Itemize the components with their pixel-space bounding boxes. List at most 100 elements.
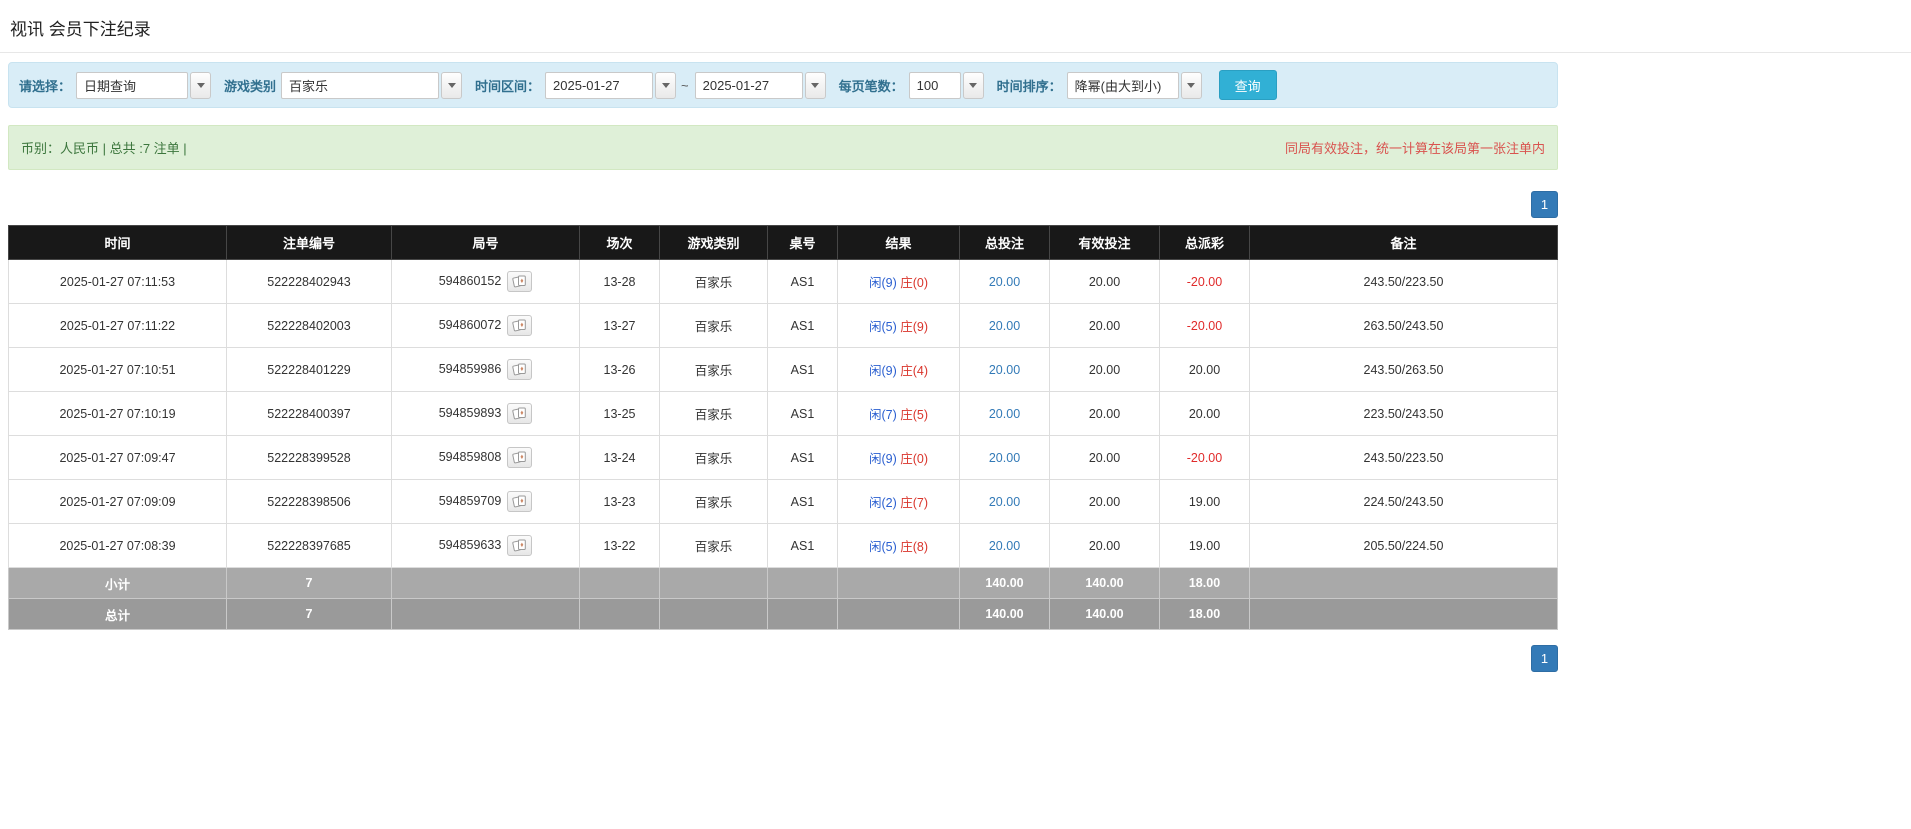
- round-number: 594860152: [438, 273, 502, 288]
- total-bet-link[interactable]: 20.00: [989, 275, 1020, 289]
- query-type-dropdown-button[interactable]: [190, 71, 212, 99]
- cell-result: 闲(7) 庄(5): [837, 391, 960, 436]
- pagination-bottom: 1: [8, 645, 1558, 672]
- cell-time: 2025-01-27 07:10:19: [8, 391, 227, 436]
- cell-valid-bet: 20.00: [1049, 303, 1160, 348]
- cell-total-bet: 20.00: [959, 303, 1050, 348]
- total-bet-link[interactable]: 20.00: [989, 451, 1020, 465]
- round-number: 594859986: [438, 361, 502, 376]
- cards-icon: [512, 539, 527, 552]
- column-header-remark: 备注: [1249, 225, 1558, 260]
- game-type-dropdown-button[interactable]: [441, 71, 463, 99]
- bet-record-row: 2025-01-27 07:10:19 522228400397 594859893…: [8, 391, 1558, 436]
- subtotal-empty-cell: [837, 567, 960, 599]
- cell-result: 闲(5) 庄(8): [837, 523, 960, 568]
- total-valid-bet: 140.00: [1049, 598, 1160, 630]
- view-round-cards-button[interactable]: [507, 359, 533, 380]
- game-type-group: 游戏类别: [224, 71, 463, 99]
- query-type-input[interactable]: [76, 71, 189, 99]
- total-bet-link[interactable]: 20.00: [989, 363, 1020, 377]
- total-bet-link[interactable]: 20.00: [989, 539, 1020, 553]
- cards-icon: [512, 407, 527, 420]
- cell-game-type: 百家乐: [659, 391, 768, 436]
- result-banker: 庄(8): [900, 540, 929, 554]
- total-bet-link[interactable]: 20.00: [989, 495, 1020, 509]
- date-from-dropdown-button[interactable]: [655, 71, 677, 99]
- date-from-input[interactable]: [545, 71, 654, 99]
- total-bet-link[interactable]: 20.00: [989, 407, 1020, 421]
- view-round-cards-button[interactable]: [507, 447, 533, 468]
- game-type-input[interactable]: [281, 71, 440, 99]
- column-header-valid-bet: 有效投注: [1049, 225, 1160, 260]
- date-range-group: 时间区间： ~: [475, 71, 826, 99]
- bet-record-row: 2025-01-27 07:11:53 522228402943 594860152…: [8, 259, 1558, 304]
- per-page-input[interactable]: [908, 71, 961, 99]
- column-header-table-no: 桌号: [767, 225, 838, 260]
- subtotal-valid-bet: 140.00: [1049, 567, 1160, 599]
- round-number: 594859808: [438, 449, 502, 464]
- cell-payout: 20.00: [1159, 347, 1250, 392]
- cell-time: 2025-01-27 07:09:47: [8, 435, 227, 480]
- bet-record-row: 2025-01-27 07:09:47 522228399528 594859808…: [8, 435, 1558, 480]
- page-1-button[interactable]: 1: [1531, 645, 1558, 672]
- cell-payout: -20.00: [1159, 259, 1250, 304]
- cell-session: 13-26: [579, 347, 660, 392]
- date-range-separator: ~: [681, 77, 689, 93]
- caret-down-icon: [1187, 82, 1196, 88]
- bet-records-table: 时间 注单编号 局号 场次 游戏类别 桌号 结果 总投注 有效投注 总派彩 备注 2025-01-2…: [8, 225, 1558, 630]
- sort-input[interactable]: [1066, 71, 1179, 99]
- date-to-input[interactable]: [694, 71, 803, 99]
- per-page-group: 每页笔数：: [838, 71, 984, 99]
- cards-icon: [512, 495, 527, 508]
- cell-total-bet: 20.00: [959, 259, 1050, 304]
- result-banker: 庄(4): [900, 364, 929, 378]
- date-to-dropdown-button[interactable]: [804, 71, 826, 99]
- cell-total-bet: 20.00: [959, 391, 1050, 436]
- view-round-cards-button[interactable]: [507, 403, 533, 424]
- cell-session: 13-28: [579, 259, 660, 304]
- cell-round-id: 594859709: [391, 479, 580, 524]
- info-bar: 币别：人民币 | 总共 :7 注单 | 同局有效投注，统一计算在该局第一张注单内: [8, 125, 1558, 170]
- cards-icon: [512, 451, 527, 464]
- page-1-button[interactable]: 1: [1531, 191, 1558, 218]
- bet-record-row: 2025-01-27 07:08:39 522228397685 594859633…: [8, 523, 1558, 568]
- per-page-label: 每页笔数：: [838, 78, 904, 94]
- column-header-bet-id: 注单编号: [226, 225, 392, 260]
- cell-time: 2025-01-27 07:11:22: [8, 303, 227, 348]
- cell-payout: 19.00: [1159, 523, 1250, 568]
- sort-dropdown-button[interactable]: [1180, 71, 1202, 99]
- cell-table-no: AS1: [767, 435, 838, 480]
- cell-bet-id: 522228397685: [226, 523, 392, 568]
- cell-total-bet: 20.00: [959, 347, 1050, 392]
- view-round-cards-button[interactable]: [507, 535, 533, 556]
- result-banker: 庄(0): [900, 276, 929, 290]
- total-payout: 18.00: [1159, 598, 1250, 630]
- cell-remark: 243.50/223.50: [1249, 435, 1558, 480]
- view-round-cards-button[interactable]: [507, 491, 533, 512]
- search-button[interactable]: 查询: [1218, 70, 1277, 100]
- round-number: 594860072: [438, 317, 502, 332]
- cell-remark: 243.50/223.50: [1249, 259, 1558, 304]
- total-bet-link[interactable]: 20.00: [989, 319, 1020, 333]
- date-to-combo: [694, 71, 826, 99]
- cell-session: 13-22: [579, 523, 660, 568]
- cell-game-type: 百家乐: [659, 303, 768, 348]
- cell-remark: 224.50/243.50: [1249, 479, 1558, 524]
- caret-down-icon: [447, 82, 456, 88]
- cell-result: 闲(9) 庄(0): [837, 435, 960, 480]
- cell-bet-id: 522228401229: [226, 347, 392, 392]
- result-player: 闲(9): [868, 452, 897, 466]
- view-round-cards-button[interactable]: [507, 271, 533, 292]
- caret-down-icon: [661, 82, 670, 88]
- subtotal-payout: 18.00: [1159, 567, 1250, 599]
- cell-round-id: 594859893: [391, 391, 580, 436]
- view-round-cards-button[interactable]: [507, 315, 533, 336]
- subtotal-empty-cell: [659, 567, 768, 599]
- subtotal-total-bet: 140.00: [959, 567, 1050, 599]
- cell-total-bet: 20.00: [959, 435, 1050, 480]
- round-number: 594859893: [438, 405, 502, 420]
- per-page-dropdown-button[interactable]: [962, 71, 984, 99]
- cell-valid-bet: 20.00: [1049, 479, 1160, 524]
- cards-icon: [512, 363, 527, 376]
- bet-record-row: 2025-01-27 07:10:51 522228401229 594859986…: [8, 347, 1558, 392]
